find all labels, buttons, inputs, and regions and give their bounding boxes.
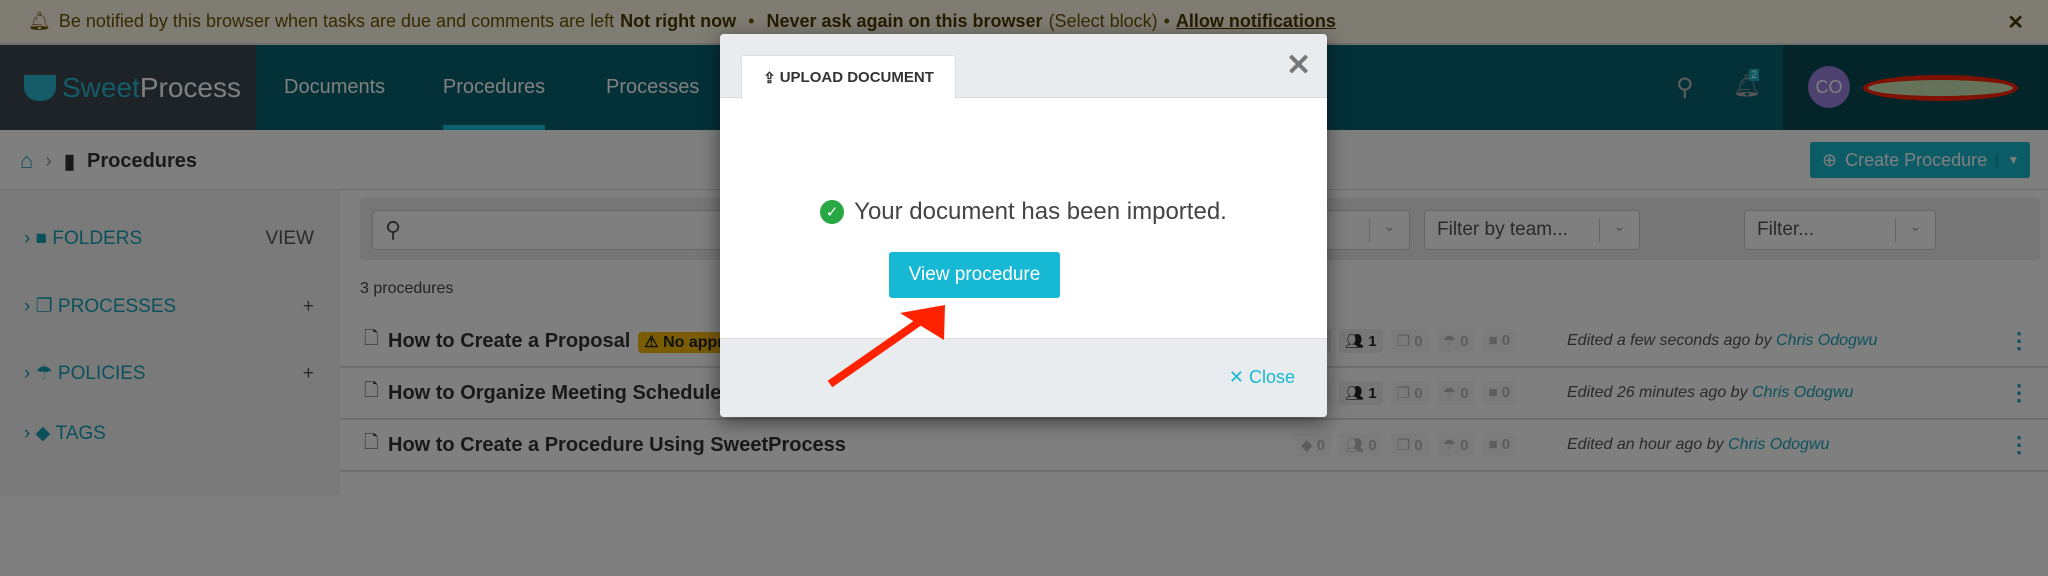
success-text: Your document has been imported. (854, 198, 1227, 225)
close-icon[interactable]: ✕ (1286, 48, 1311, 83)
modal-header: ⇪ UPLOAD DOCUMENT ✕ (720, 34, 1327, 99)
success-message: ✓ Your document has been imported. (720, 198, 1327, 226)
tab-label: UPLOAD DOCUMENT (779, 69, 934, 86)
upload-document-modal: ⇪ UPLOAD DOCUMENT ✕ ✓ Your document has be… (720, 34, 1327, 417)
upload-icon: ⇪ (763, 69, 776, 87)
close-icon: ✕ (1228, 367, 1249, 387)
close-label: Close (1248, 367, 1295, 387)
modal-footer: ✕ Close (720, 338, 1327, 417)
close-button[interactable]: ✕ Close (1229, 367, 1295, 388)
view-procedure-button[interactable]: View procedure (889, 252, 1060, 298)
check-circle-icon: ✓ (820, 200, 845, 224)
tab-upload-document[interactable]: ⇪ UPLOAD DOCUMENT (741, 55, 956, 99)
